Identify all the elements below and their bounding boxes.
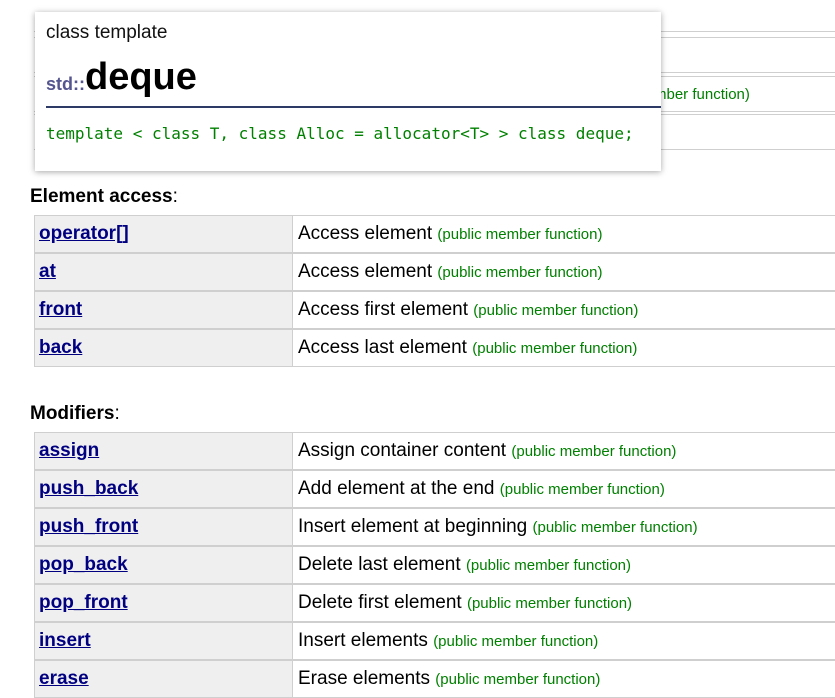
member-link-pop-front[interactable]: pop_front <box>39 592 128 613</box>
table-row: front Access first element (public membe… <box>35 291 835 329</box>
function-kind-tag: (public member function) <box>465 557 632 574</box>
member-description: Insert elements <box>298 630 428 651</box>
member-description: Delete first element <box>298 592 462 613</box>
table-row: pop_front Delete first element (public m… <box>35 584 835 622</box>
member-description: Add element at the end <box>298 478 495 499</box>
popup-namespace: std:: <box>46 74 85 94</box>
member-description: Assign container content <box>298 440 507 461</box>
member-description: Access first element <box>298 299 468 320</box>
table-row: back Access last element (public member … <box>35 329 835 367</box>
function-kind-tag: (public member function) <box>472 340 638 357</box>
member-link-push-front[interactable]: push_front <box>39 516 138 537</box>
table-row: insert Insert elements (public member fu… <box>35 622 835 660</box>
member-description: Access element <box>298 223 433 244</box>
member-link-erase[interactable]: erase <box>39 668 89 689</box>
table-row: pop_back Delete last element (public mem… <box>35 546 835 584</box>
member-description: Delete last element <box>298 554 461 575</box>
member-link-at[interactable]: at <box>39 261 56 282</box>
function-kind-tag: (public member function) <box>437 264 603 281</box>
section-title-modifiers: Modifiers: <box>30 403 120 424</box>
popup-class-name: deque <box>85 56 197 98</box>
table-row: at Access element (public member functio… <box>35 253 835 291</box>
function-kind-tag: mber function) <box>654 86 750 103</box>
table-row: operator[] Access element (public member… <box>35 215 835 253</box>
function-kind-tag: (public member function) <box>435 671 601 688</box>
function-kind-tag: (public member function) <box>433 633 599 650</box>
function-kind-tag: (public member function) <box>473 302 639 319</box>
element-access-table: operator[] Access element (public member… <box>34 215 835 367</box>
function-kind-tag: (public member function) <box>466 595 633 612</box>
function-kind-tag: (public member function) <box>511 443 677 460</box>
function-kind-tag: (public member function) <box>499 481 665 498</box>
function-kind-tag: (public member function) <box>437 226 603 243</box>
member-link-insert[interactable]: insert <box>39 630 91 651</box>
table-row: erase Erase elements (public member func… <box>35 660 835 698</box>
section-title-element-access: Element access: <box>30 186 178 207</box>
popup-signature: template < class T, class Alloc = alloca… <box>46 124 634 143</box>
popup-kind-label: class template <box>46 22 168 43</box>
member-description: Access element <box>298 261 433 282</box>
member-link-back[interactable]: back <box>39 337 82 358</box>
member-description: Erase elements <box>298 668 431 689</box>
modifiers-table: assign Assign container content (public … <box>34 432 835 698</box>
member-link-push-back[interactable]: push_back <box>39 478 138 499</box>
table-row: assign Assign container content (public … <box>35 432 835 470</box>
popup-divider <box>46 106 661 108</box>
member-description: Access last element <box>298 337 467 358</box>
function-kind-tag: (public member function) <box>532 519 698 536</box>
member-link-front[interactable]: front <box>39 299 82 320</box>
member-link-pop-back[interactable]: pop_back <box>39 554 128 575</box>
table-row: push_front Insert element at beginning (… <box>35 508 835 546</box>
member-link-operator-subscript[interactable]: operator[] <box>39 223 129 244</box>
table-row: push_back Add element at the end (public… <box>35 470 835 508</box>
class-tooltip-popup: class template std:: deque template < cl… <box>35 12 661 171</box>
member-link-assign[interactable]: assign <box>39 440 99 461</box>
member-description: Insert element at beginning <box>298 516 528 537</box>
